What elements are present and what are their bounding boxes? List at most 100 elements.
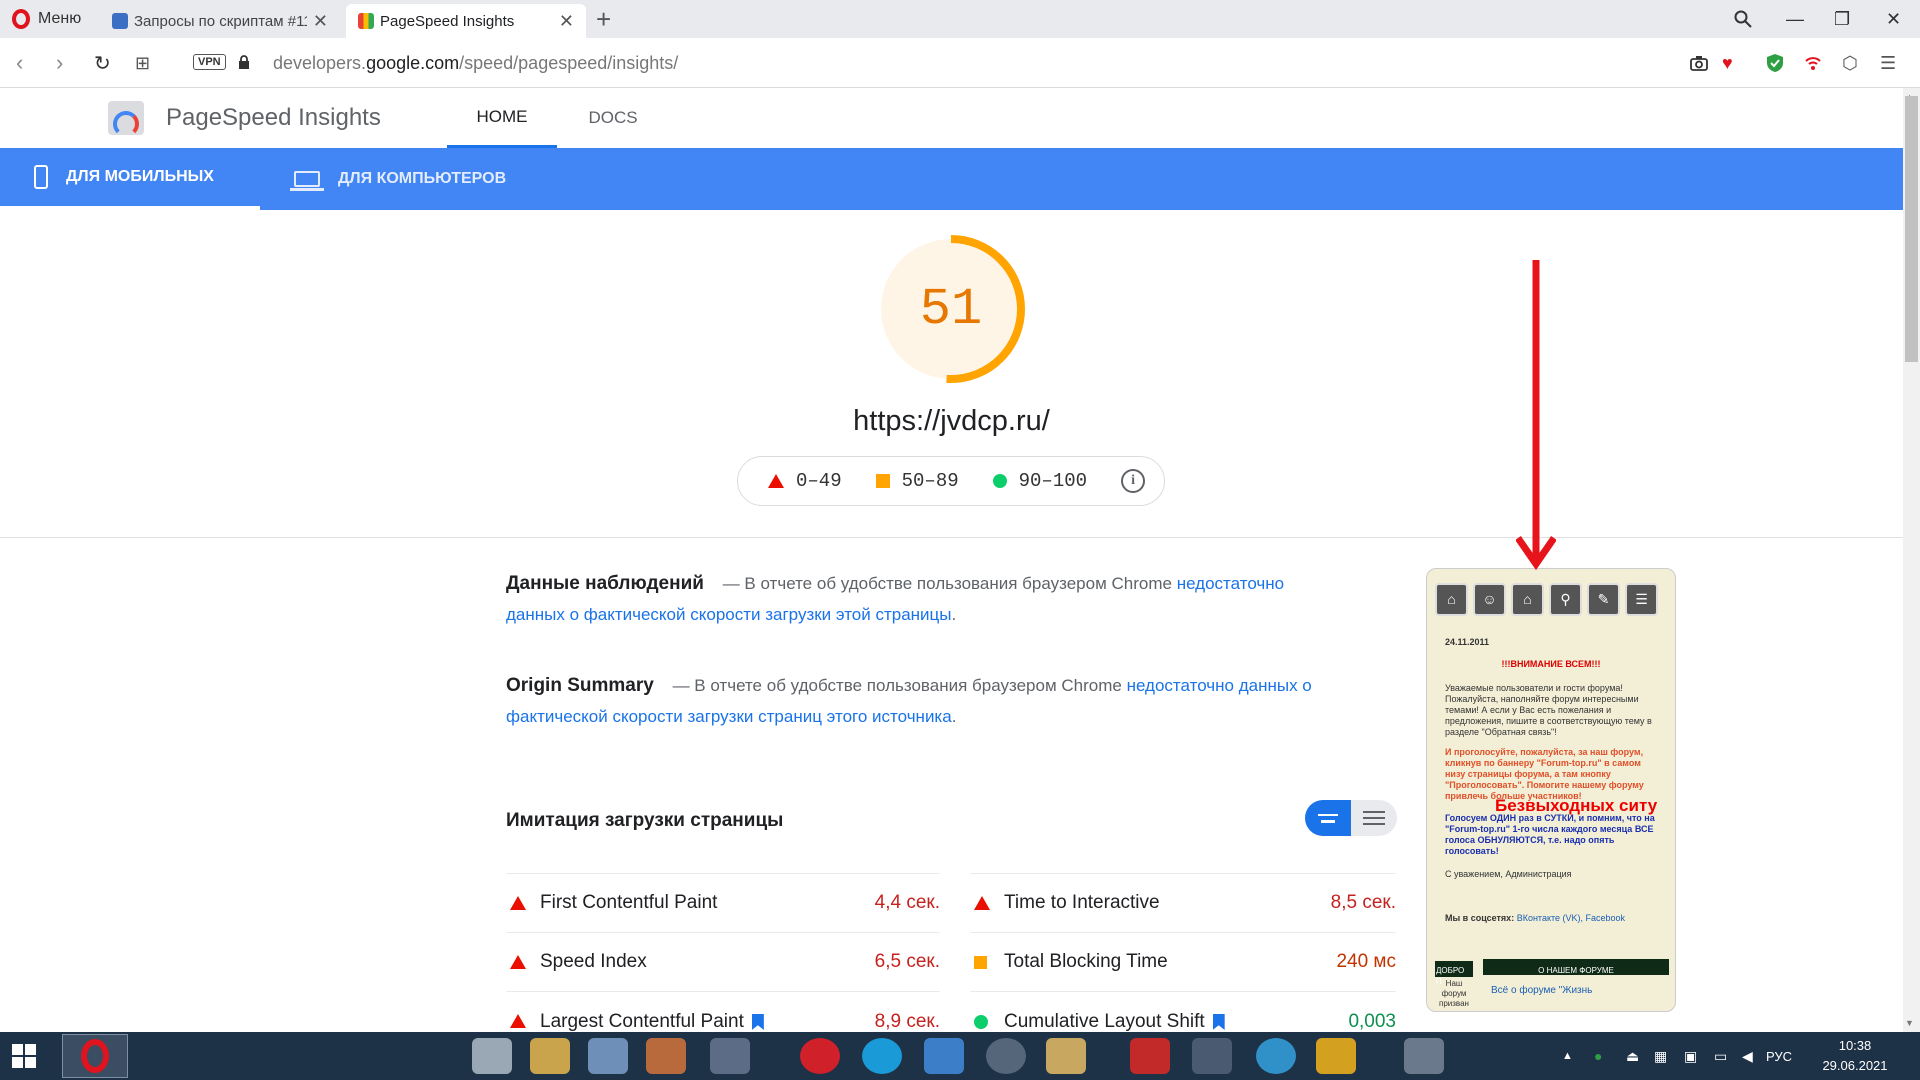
metric-cumulative-layout-shift[interactable]: Cumulative Layout Shift 0,003 xyxy=(970,991,1396,1032)
easy-setup-icon[interactable]: ☰ xyxy=(1880,38,1896,88)
tested-url: https://jvdcp.ru/ xyxy=(853,405,1050,437)
taskbar-app-icon[interactable] xyxy=(472,1038,512,1074)
reload-icon[interactable]: ↻ xyxy=(94,38,111,88)
nav-docs[interactable]: DOCS xyxy=(568,88,658,148)
tab-close-icon[interactable]: ✕ xyxy=(559,11,574,32)
legend-good-label: 90–100 xyxy=(1018,470,1088,492)
windows-taskbar: ▲ ● ⏏ ▦ ▣ ▭ ◀ РУС 10:38 29.06.2021 xyxy=(0,1032,1920,1080)
new-tab-plus-icon[interactable]: + xyxy=(596,4,611,34)
expanded-view-icon[interactable] xyxy=(1351,800,1397,836)
tray-usb-icon[interactable]: ⏏ xyxy=(1626,1032,1639,1080)
poor-triangle-icon xyxy=(974,896,990,910)
good-circle-icon xyxy=(992,474,1007,488)
metrics-view-toggle[interactable] xyxy=(1305,800,1397,836)
tab-desktop[interactable]: ДЛЯ КОМПЬЮТЕРОВ xyxy=(260,148,540,210)
thumb-column: Всё о форуме "Жизнь xyxy=(1491,985,1593,996)
section-divider xyxy=(0,537,1903,538)
tray-language[interactable]: РУС xyxy=(1766,1032,1792,1080)
score-value: 51 xyxy=(919,279,983,339)
tray-volume-icon[interactable]: ◀ xyxy=(1742,1032,1753,1080)
shield-check-icon[interactable] xyxy=(1766,38,1784,88)
users-icon: ☺ xyxy=(1473,583,1506,616)
close-window-icon[interactable]: ✕ xyxy=(1886,0,1901,38)
pagespeed-header: PageSpeed Insights HOME DOCS xyxy=(0,88,1903,148)
metric-label: Speed Index xyxy=(540,951,647,972)
taskbar-speedometer-icon[interactable] xyxy=(986,1038,1026,1074)
taskbar-app-icon[interactable] xyxy=(588,1038,628,1074)
url-field[interactable]: developers. google.com/speed/pagespeed/in… xyxy=(273,38,678,88)
tray-network-icon[interactable]: ▭ xyxy=(1714,1032,1727,1080)
legend-good: 90–100 xyxy=(992,470,1088,492)
tray-expand-icon[interactable]: ▲ xyxy=(1562,1032,1573,1080)
taskbar-zoom-icon[interactable] xyxy=(924,1038,964,1074)
metric-label: Total Blocking Time xyxy=(1004,951,1168,972)
info-icon[interactable]: i xyxy=(1121,469,1146,493)
back-icon[interactable]: ‹ xyxy=(16,38,23,88)
heart-icon[interactable]: ♥ xyxy=(1722,38,1733,88)
taskbar-app-icon[interactable] xyxy=(1192,1038,1232,1074)
restore-icon[interactable]: ❐ xyxy=(1834,0,1850,38)
tab-desktop-label: ДЛЯ КОМПЬЮТЕРОВ xyxy=(338,170,507,187)
speed-dial-icon[interactable]: ⊞ xyxy=(135,38,150,88)
taskbar-skype-icon[interactable] xyxy=(862,1038,902,1074)
metric-total-blocking-time[interactable]: Total Blocking Time 240 мс xyxy=(970,932,1396,991)
taskbar-opera-alt-icon[interactable] xyxy=(800,1038,840,1074)
taskbar-folder-icon[interactable] xyxy=(530,1038,570,1074)
nav-home[interactable]: HOME xyxy=(447,88,557,148)
performance-score-gauge: 51 xyxy=(876,234,1026,384)
address-bar: ‹ › ↻ ⊞ VPN developers. google.com/speed/… xyxy=(0,38,1920,88)
snapshot-camera-icon[interactable] xyxy=(1690,38,1708,88)
windows-start-icon[interactable] xyxy=(12,1044,36,1068)
origin-summary-end: . xyxy=(951,707,957,726)
metric-label: Time to Interactive xyxy=(1004,892,1160,913)
menu-icon: ☰ xyxy=(1625,583,1658,616)
metric-speed-index[interactable]: Speed Index 6,5 сек. xyxy=(506,932,940,991)
browser-tab-pagespeed[interactable]: PageSpeed Insights ✕ xyxy=(346,4,586,38)
tab-mobile[interactable]: ДЛЯ МОБИЛЬНЫХ xyxy=(0,148,260,210)
minimize-icon[interactable]: — xyxy=(1786,0,1804,38)
tab-close-icon[interactable]: ✕ xyxy=(313,11,328,32)
clock-time: 10:38 xyxy=(1838,1038,1872,1053)
taskbar-clock[interactable]: 10:38 29.06.2021 xyxy=(1810,1036,1900,1076)
origin-summary-text: — В отчете об удобстве пользования брауз… xyxy=(672,676,1122,695)
metric-largest-contentful-paint[interactable]: Largest Contentful Paint 8,9 сек. xyxy=(506,991,940,1032)
average-square-icon xyxy=(974,955,987,969)
legend-poor-label: 0–49 xyxy=(796,470,842,492)
url-prefix: developers. xyxy=(273,52,367,73)
taskbar-recycle-bin-icon[interactable] xyxy=(1404,1038,1444,1074)
origin-summary-section: Origin Summary — В отчете об удобстве по… xyxy=(506,670,1326,732)
taskbar-app-icon[interactable] xyxy=(646,1038,686,1074)
forward-icon[interactable]: › xyxy=(56,38,63,88)
compact-view-icon[interactable] xyxy=(1305,800,1351,836)
browser-tab-scripts[interactable]: Запросы по скриптам #11 ✕ xyxy=(100,4,340,38)
thumb-bar: ДОБРО П xyxy=(1435,961,1473,986)
scroll-down-icon[interactable]: ▼ xyxy=(1905,1018,1914,1028)
thumb-alert: !!!ВНИМАНИЕ ВСЕМ!!! xyxy=(1501,659,1601,669)
tray-app-icon[interactable]: ▦ xyxy=(1654,1032,1667,1080)
core-web-vital-bookmark-icon xyxy=(1212,1014,1225,1030)
taskbar-opera-icon[interactable] xyxy=(62,1034,128,1078)
metric-first-contentful-paint[interactable]: First Contentful Paint 4,4 сек. xyxy=(506,873,940,932)
scrollbar-thumb[interactable] xyxy=(1905,96,1918,362)
tray-shield-icon[interactable]: ● xyxy=(1594,1032,1602,1080)
thumb-social-links: ВКонтакте (VK), Facebook xyxy=(1516,913,1626,923)
opera-menu-button[interactable]: Меню xyxy=(12,0,81,38)
taskbar-app-icon[interactable] xyxy=(1130,1038,1170,1074)
taskbar-app-icon[interactable] xyxy=(1046,1038,1086,1074)
tab-mobile-label: ДЛЯ МОБИЛЬНЫХ xyxy=(66,168,214,185)
tab-label: PageSpeed Insights xyxy=(380,12,515,30)
metric-time-to-interactive[interactable]: Time to Interactive 8,5 сек. xyxy=(970,873,1396,932)
thumb-paragraph: Голосуем ОДИН раз в СУТКИ, и помним, что… xyxy=(1445,813,1655,856)
tray-app-icon[interactable]: ▣ xyxy=(1684,1032,1697,1080)
taskbar-app-icon[interactable] xyxy=(1256,1038,1296,1074)
wifi-extension-icon[interactable] xyxy=(1804,38,1822,88)
taskbar-app-icon[interactable] xyxy=(1316,1038,1356,1074)
search-tabs-icon[interactable] xyxy=(1734,0,1752,38)
taskbar-app-icon[interactable] xyxy=(710,1038,750,1074)
metric-label: Cumulative Layout Shift xyxy=(1004,1011,1205,1032)
cube-extension-icon[interactable]: ⬡ xyxy=(1842,38,1858,88)
lock-icon xyxy=(239,55,249,69)
score-legend: 0–49 50–89 90–100 i xyxy=(737,456,1165,506)
thumb-bar: О НАШЕМ ФОРУМЕ xyxy=(1483,959,1669,975)
vpn-badge[interactable]: VPN xyxy=(193,54,226,70)
